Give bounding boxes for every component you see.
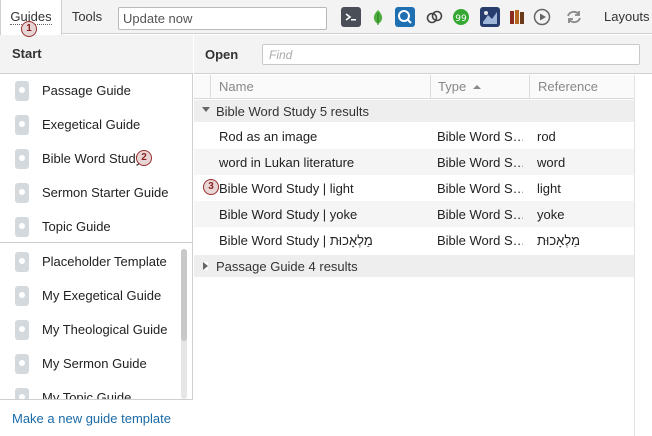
leaf-icon[interactable]: [368, 7, 388, 27]
table-row[interactable]: Bible Word Study | yoke Bible Word S… yo…: [194, 201, 634, 227]
template-item-my-sermon-guide[interactable]: My Sermon Guide: [0, 347, 180, 381]
column-divider[interactable]: [529, 75, 530, 99]
guide-item-label: Exegetical Guide: [42, 117, 141, 132]
callout-badge-1: 1: [21, 21, 37, 37]
make-template-bar: Make a new guide template: [0, 399, 193, 436]
column-header-type-label: Type: [438, 79, 467, 94]
row-type: Bible Word S…: [437, 233, 523, 248]
group-header-bible-word-study[interactable]: Bible Word Study 5 results: [194, 100, 634, 122]
atlas-image-icon[interactable]: [480, 7, 500, 27]
guide-item-exegetical-guide[interactable]: Exegetical Guide: [0, 108, 180, 142]
column-divider: [210, 75, 211, 99]
top-toolbar: Guides Tools Update now 99 Layouts: [0, 0, 652, 35]
row-type: Bible Word S…: [437, 155, 523, 170]
guide-item-sermon-starter-guide[interactable]: Sermon Starter Guide: [0, 176, 180, 210]
callout-badge-3: 3: [203, 179, 219, 195]
guide-item-label: Sermon Starter Guide: [42, 185, 169, 200]
template-item-label: My Theological Guide: [42, 322, 168, 337]
guide-item-passage-guide[interactable]: Passage Guide: [0, 74, 180, 108]
template-icon: [15, 252, 29, 272]
open-label: Open: [205, 47, 239, 62]
open-guides-panel: Open Find Name Type Reference Bible Word…: [194, 35, 652, 436]
group-count: 5 results: [319, 104, 369, 119]
template-icon: [15, 354, 29, 374]
template-item-my-theological-guide[interactable]: My Theological Guide: [0, 313, 180, 347]
update-now-input[interactable]: Update now: [118, 7, 327, 30]
link-chain-icon[interactable]: [424, 7, 444, 27]
group-header-passage-guide[interactable]: Passage Guide 4 results: [194, 255, 634, 277]
column-header-type[interactable]: Type: [438, 79, 481, 94]
media-player-icon[interactable]: [532, 7, 552, 27]
row-name: Bible Word Study | yoke: [219, 207, 358, 222]
row-reference: light: [537, 181, 561, 196]
row-reference: yoke: [537, 207, 565, 222]
template-item-label: Placeholder Template: [42, 254, 167, 269]
templates-scrollbar-thumb[interactable]: [181, 249, 187, 341]
row-name: Rod as an image: [219, 129, 318, 144]
tab-tools-label: Tools: [71, 9, 103, 24]
guides-divider: [0, 242, 193, 243]
template-item-my-exegetical-guide[interactable]: My Exegetical Guide: [0, 279, 180, 313]
row-reference: rod: [537, 129, 556, 144]
template-item-label: My Exegetical Guide: [42, 288, 162, 303]
group-title: Bible Word Study 5 results: [216, 104, 369, 119]
column-header-row: Name Type Reference: [194, 75, 634, 99]
guides-start-panel: Start Passage Guide Exegetical Guide Bib…: [0, 35, 193, 436]
column-header-name[interactable]: Name: [219, 79, 254, 94]
guide-item-label: Passage Guide: [42, 83, 131, 98]
row-name: word in Lukan literature: [219, 155, 355, 170]
command-icon[interactable]: [341, 7, 361, 27]
sync-icon[interactable]: [564, 7, 584, 27]
collapse-triangle-icon[interactable]: [202, 107, 210, 112]
template-item-placeholder[interactable]: Placeholder Template: [0, 245, 180, 279]
expand-triangle-icon[interactable]: [203, 262, 208, 270]
panel-right-edge: [634, 75, 635, 436]
search-magnifier-icon[interactable]: [395, 7, 415, 27]
tab-tools[interactable]: Tools: [66, 0, 108, 35]
guide-item-label: Topic Guide: [42, 219, 111, 234]
template-item-my-topic-guide[interactable]: My Topic Guide: [0, 381, 180, 399]
guide-icon: [15, 149, 29, 169]
guide-icon: [15, 81, 29, 101]
make-new-guide-template-link[interactable]: Make a new guide template: [12, 411, 171, 426]
row-name: Bible Word Study | מַלְאָכוּת: [219, 233, 373, 248]
template-item-label: My Sermon Guide: [42, 356, 147, 371]
guide-item-bible-word-study[interactable]: Bible Word Study: [0, 142, 180, 176]
library-books-icon[interactable]: [507, 7, 527, 27]
column-divider[interactable]: [430, 75, 431, 99]
table-row[interactable]: Bible Word Study | מַלְאָכוּת Bible Word…: [194, 227, 634, 253]
row-reference: מַלְאָכוּת: [537, 233, 581, 248]
guide-item-label: Bible Word Study: [42, 151, 143, 166]
start-header: Start: [0, 35, 193, 74]
sort-ascending-icon: [472, 85, 481, 89]
template-item-label: My Topic Guide: [42, 390, 132, 399]
guide-icon: [15, 183, 29, 203]
group-count: 4 results: [308, 259, 358, 274]
guide-icon: [15, 217, 29, 237]
find-input[interactable]: Find: [262, 44, 640, 65]
column-header-reference[interactable]: Reference: [538, 79, 598, 94]
group-title-text: Passage Guide: [216, 259, 305, 274]
template-icon: [15, 320, 29, 340]
group-title: Passage Guide 4 results: [216, 259, 358, 274]
row-type: Bible Word S…: [437, 181, 523, 196]
table-row[interactable]: word in Lukan literature Bible Word S… w…: [194, 149, 634, 175]
guide-item-topic-guide[interactable]: Topic Guide: [0, 210, 180, 244]
row-reference: word: [537, 155, 566, 170]
svg-text:99: 99: [455, 14, 467, 24]
open-header-bar: Open Find: [194, 35, 652, 74]
layouts-menu[interactable]: Layouts: [604, 0, 650, 34]
group-title-text: Bible Word Study: [216, 104, 317, 119]
template-icon: [15, 388, 29, 399]
callout-badge-2: 2: [136, 150, 152, 166]
row-type: Bible Word S…: [437, 129, 523, 144]
row-name: Bible Word Study | light: [219, 181, 354, 196]
row-type: Bible Word S…: [437, 207, 523, 222]
chat-bubble-icon[interactable]: 99: [451, 7, 471, 27]
template-icon: [15, 286, 29, 306]
table-row[interactable]: Bible Word Study | light Bible Word S… l…: [194, 175, 634, 201]
table-row[interactable]: Rod as an image Bible Word S… rod: [194, 123, 634, 149]
guide-icon: [15, 115, 29, 135]
